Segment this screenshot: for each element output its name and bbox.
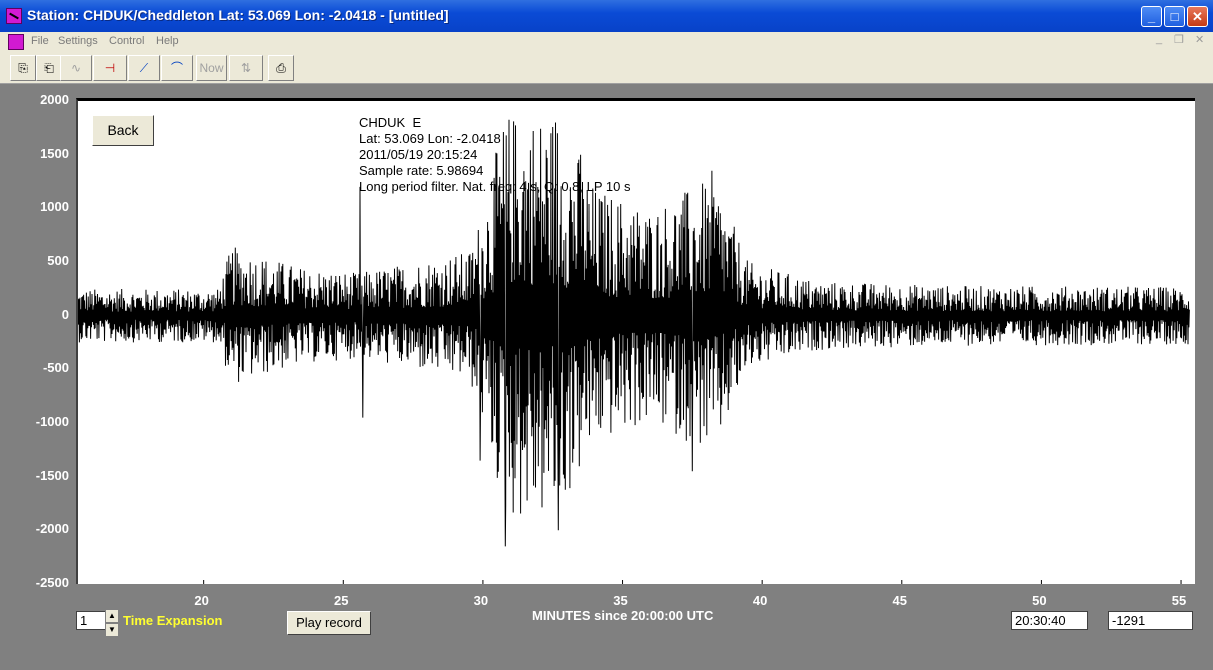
y-tick-label: -2000 bbox=[35, 521, 69, 537]
y-tick-label: -2500 bbox=[35, 575, 69, 590]
seismogram-plot[interactable] bbox=[76, 98, 1195, 584]
mdi-restore-button[interactable]: ❐ bbox=[1174, 33, 1184, 46]
copy-icon: ⎗ bbox=[44, 61, 54, 75]
maximize-button[interactable]: □ bbox=[1164, 6, 1185, 27]
ramp-icon: ⟋ bbox=[139, 61, 149, 75]
x-tick-label: 45 bbox=[892, 593, 908, 608]
document-icon[interactable] bbox=[8, 34, 24, 50]
spin-down-button[interactable]: ▼ bbox=[105, 623, 119, 637]
app-icon bbox=[6, 8, 22, 24]
now-button[interactable]: Now bbox=[196, 55, 227, 81]
ramp-button[interactable]: ⟋ bbox=[128, 55, 160, 81]
mdi-minimize-button[interactable]: _ bbox=[1156, 33, 1162, 45]
spin-up-button[interactable]: ▲ bbox=[105, 609, 119, 623]
seismogram-window: 2000 1500 1000 500 0 -500 -1000 -1500 -2000 -2500… bbox=[5, 87, 1208, 665]
y-tick-label: 1500 bbox=[40, 145, 69, 161]
y-tick-label: -1000 bbox=[35, 414, 69, 429]
menu-control[interactable]: Control bbox=[109, 35, 144, 47]
cursor-value-field[interactable]: -1291 bbox=[1108, 611, 1193, 630]
y-tick-label: 1000 bbox=[40, 199, 69, 215]
x-tick-label: 30 bbox=[473, 593, 489, 608]
open-file-button[interactable]: ⎘ bbox=[10, 55, 36, 81]
menu-settings[interactable]: Settings bbox=[58, 35, 98, 47]
now-icon: Now bbox=[199, 61, 224, 75]
back-button[interactable]: Back bbox=[92, 115, 154, 146]
updown-arrows-icon: ⇅ bbox=[240, 61, 252, 75]
sample-rate: Sample rate: 5.98694 bbox=[359, 163, 484, 178]
copy-button[interactable]: ⎗ bbox=[36, 55, 62, 81]
x-tick-label: 35 bbox=[613, 593, 628, 608]
y-tick-label: 2000 bbox=[40, 92, 69, 107]
x-tick-label: 25 bbox=[334, 593, 349, 608]
station-info: CHDUK E Lat: 53.069 Lon: -2.0418 2011/05… bbox=[359, 115, 630, 195]
y-tick-label: -500 bbox=[42, 360, 69, 376]
spectrum-button[interactable]: ⌒ bbox=[161, 55, 193, 81]
x-tick-label: 50 bbox=[1032, 593, 1047, 608]
open-icon: ⎘ bbox=[18, 61, 28, 75]
pick-button[interactable]: ⊣ bbox=[93, 55, 127, 81]
x-tick-label: 55 bbox=[1171, 593, 1187, 608]
title-bar: Station: CHDUK/Cheddleton Lat: 53.069 Lo… bbox=[0, 0, 1213, 32]
play-record-button[interactable]: Play record bbox=[287, 611, 371, 635]
y-tick-label: 500 bbox=[47, 253, 69, 268]
updown-button[interactable]: ⇅ bbox=[229, 55, 263, 81]
x-axis-label: MINUTES since 20:00:00 UTC bbox=[532, 608, 714, 623]
mdi-close-button[interactable]: ✕ bbox=[1195, 33, 1204, 46]
seismogram-trace bbox=[78, 119, 1190, 584]
y-tick-label: -1500 bbox=[35, 467, 69, 483]
filter-description: Long period filter. Nat. freq: 4 s, Q: 0… bbox=[359, 179, 631, 194]
time-expansion-input[interactable]: 1 bbox=[76, 611, 106, 630]
station-channel: CHDUK E bbox=[359, 115, 422, 130]
time-expansion-label: Time Expansion bbox=[123, 613, 223, 628]
window-title: Station: CHDUK/Cheddleton Lat: 53.069 Lo… bbox=[27, 7, 449, 23]
menu-bar: File Settings Control Help _ ❐ ✕ bbox=[0, 32, 1213, 52]
seismogram-line bbox=[78, 119, 1190, 547]
menu-file[interactable]: File bbox=[31, 35, 49, 47]
toolbar: ⎘ ⎗ ∿ ⊣ ⟋ ⌒ Now ⇅ ⎙ bbox=[0, 52, 1213, 84]
minimize-button[interactable]: _ bbox=[1141, 6, 1162, 27]
station-coords: Lat: 53.069 Lon: -2.0418 bbox=[359, 131, 501, 146]
print-button[interactable]: ⎙ bbox=[268, 55, 294, 81]
x-tick-label: 40 bbox=[752, 593, 768, 608]
menu-help[interactable]: Help bbox=[156, 35, 179, 47]
record-datetime: 2011/05/19 20:15:24 bbox=[359, 147, 478, 162]
cursor-time-field[interactable]: 20:30:40 bbox=[1011, 611, 1088, 630]
waveform-button[interactable]: ∿ bbox=[60, 55, 92, 81]
spectrum-icon: ⌒ bbox=[170, 61, 183, 75]
pick-icon: ⊣ bbox=[104, 61, 116, 75]
printer-icon: ⎙ bbox=[276, 61, 286, 75]
waveform-icon: ∿ bbox=[70, 61, 82, 75]
close-button[interactable]: ✕ bbox=[1187, 6, 1208, 27]
y-tick-label: 0 bbox=[61, 306, 69, 322]
x-tick-label: 20 bbox=[194, 593, 209, 608]
